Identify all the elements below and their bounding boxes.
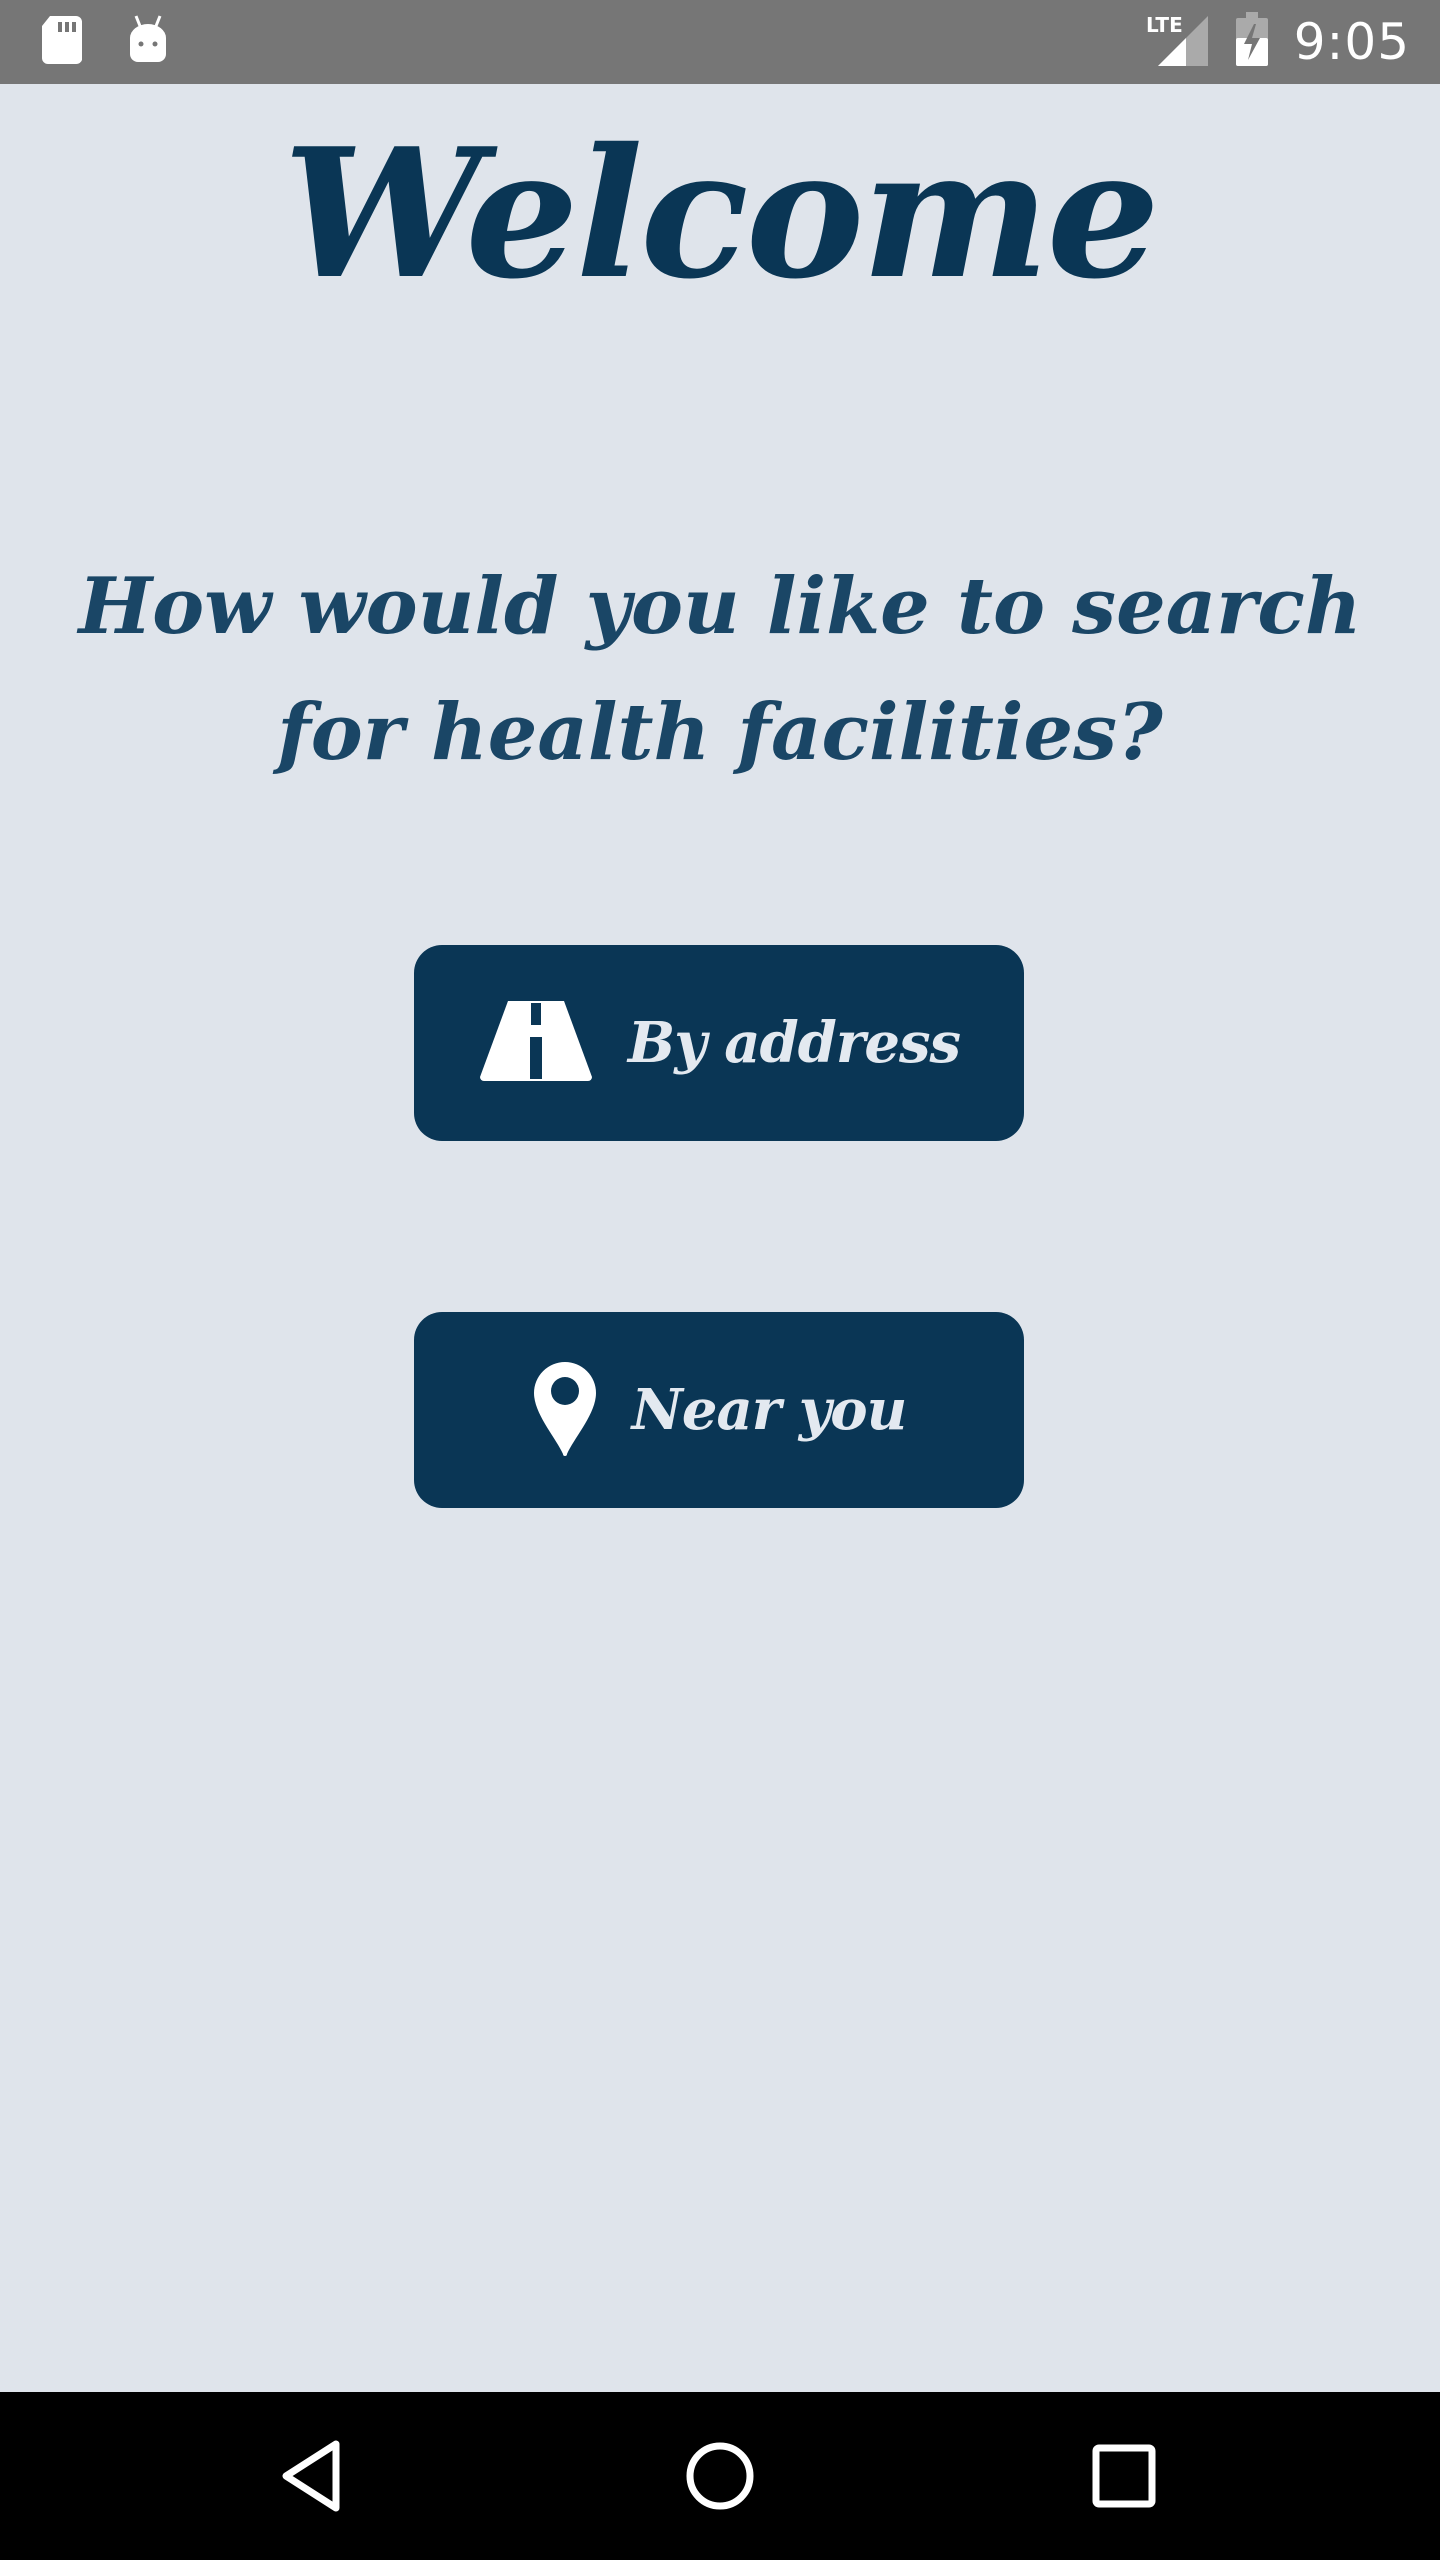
road-icon (478, 1001, 594, 1085)
network-label: LTE (1146, 13, 1183, 37)
android-icon (126, 14, 170, 70)
welcome-screen: Welcome How would you like to search for… (0, 84, 1440, 2392)
sd-card-icon (40, 14, 84, 70)
home-icon[interactable] (676, 2432, 764, 2520)
status-bar-system: LTE 9:05 (1146, 12, 1410, 72)
lte-signal-icon: LTE (1146, 12, 1210, 72)
map-pin-icon (532, 1360, 598, 1460)
recents-icon[interactable] (1080, 2432, 1168, 2520)
back-icon[interactable] (272, 2432, 360, 2520)
status-time: 9:05 (1293, 13, 1410, 71)
navigation-bar (0, 2392, 1440, 2560)
page-title: Welcome (283, 109, 1160, 318)
status-bar: LTE 9:05 (0, 0, 1440, 84)
by-address-label: By address (627, 1010, 961, 1076)
near-you-button[interactable]: Near you (414, 1312, 1024, 1508)
battery-charging-icon (1234, 12, 1270, 72)
by-address-button[interactable]: By address (414, 945, 1024, 1141)
status-bar-notifications (40, 14, 170, 70)
near-you-label: Near you (631, 1377, 908, 1443)
search-question: How would you like to search for health … (78, 561, 1362, 778)
